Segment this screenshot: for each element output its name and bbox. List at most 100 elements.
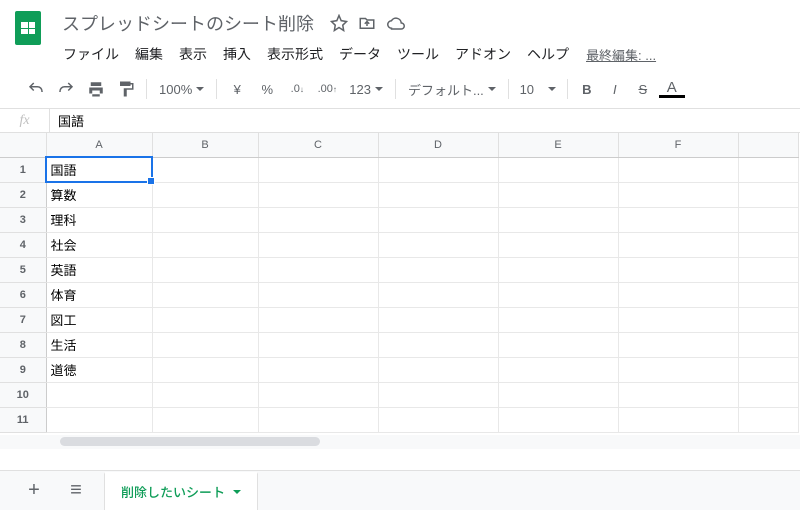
- cell-F2[interactable]: [618, 182, 738, 207]
- menu-view[interactable]: 表示: [172, 40, 214, 68]
- cell-D1[interactable]: [378, 157, 498, 182]
- cell-C2[interactable]: [258, 182, 378, 207]
- star-icon[interactable]: [330, 14, 348, 32]
- undo-icon[interactable]: [22, 76, 50, 102]
- cell-B8[interactable]: [152, 332, 258, 357]
- cloud-icon[interactable]: [386, 14, 406, 32]
- cell-A3[interactable]: 理科: [46, 207, 152, 232]
- bold-button[interactable]: B: [574, 76, 600, 102]
- cell-C11[interactable]: [258, 407, 378, 432]
- cell-E8[interactable]: [498, 332, 618, 357]
- cell-E7[interactable]: [498, 307, 618, 332]
- text-color-button[interactable]: A: [658, 76, 686, 102]
- cell-C1[interactable]: [258, 157, 378, 182]
- print-icon[interactable]: [82, 76, 110, 102]
- cell-C5[interactable]: [258, 257, 378, 282]
- row-header-11[interactable]: 11: [0, 407, 46, 432]
- row-header-5[interactable]: 5: [0, 257, 46, 282]
- cell-extra-3[interactable]: [738, 207, 798, 232]
- cell-F4[interactable]: [618, 232, 738, 257]
- cell-A8[interactable]: 生活: [46, 332, 152, 357]
- cell-D6[interactable]: [378, 282, 498, 307]
- cell-B4[interactable]: [152, 232, 258, 257]
- cell-C9[interactable]: [258, 357, 378, 382]
- cell-extra-11[interactable]: [738, 407, 798, 432]
- format-percent[interactable]: %: [253, 76, 281, 102]
- menu-data[interactable]: データ: [332, 40, 388, 68]
- cell-F1[interactable]: [618, 157, 738, 182]
- cell-B6[interactable]: [152, 282, 258, 307]
- cell-D10[interactable]: [378, 382, 498, 407]
- cell-E9[interactable]: [498, 357, 618, 382]
- last-edit-link[interactable]: 最終編集: ...: [586, 45, 656, 64]
- cell-C8[interactable]: [258, 332, 378, 357]
- sheet-tab-menu-icon[interactable]: [233, 490, 241, 494]
- column-header-A[interactable]: A: [46, 133, 152, 157]
- cell-D5[interactable]: [378, 257, 498, 282]
- menu-file[interactable]: ファイル: [56, 40, 126, 68]
- italic-button[interactable]: I: [602, 76, 628, 102]
- formula-input[interactable]: [50, 109, 800, 132]
- cell-F6[interactable]: [618, 282, 738, 307]
- cell-A4[interactable]: 社会: [46, 232, 152, 257]
- font-size-dropdown[interactable]: 10: [515, 76, 561, 102]
- cell-B7[interactable]: [152, 307, 258, 332]
- all-sheets-button[interactable]: ≡: [62, 477, 90, 505]
- cell-A10[interactable]: [46, 382, 152, 407]
- cell-C3[interactable]: [258, 207, 378, 232]
- document-title[interactable]: スプレッドシートのシート削除: [56, 8, 320, 38]
- decrease-decimal[interactable]: .0↓: [283, 76, 311, 102]
- cell-extra-9[interactable]: [738, 357, 798, 382]
- row-header-2[interactable]: 2: [0, 182, 46, 207]
- increase-decimal[interactable]: .00↑: [313, 76, 341, 102]
- add-sheet-button[interactable]: +: [20, 477, 48, 505]
- cell-E1[interactable]: [498, 157, 618, 182]
- cell-B10[interactable]: [152, 382, 258, 407]
- cell-C7[interactable]: [258, 307, 378, 332]
- format-currency[interactable]: ¥: [223, 76, 251, 102]
- column-header-F[interactable]: F: [618, 133, 738, 157]
- cell-F11[interactable]: [618, 407, 738, 432]
- menu-edit[interactable]: 編集: [128, 40, 170, 68]
- row-header-6[interactable]: 6: [0, 282, 46, 307]
- cell-C4[interactable]: [258, 232, 378, 257]
- cell-B9[interactable]: [152, 357, 258, 382]
- cell-D3[interactable]: [378, 207, 498, 232]
- cell-D8[interactable]: [378, 332, 498, 357]
- cell-D2[interactable]: [378, 182, 498, 207]
- cell-A11[interactable]: [46, 407, 152, 432]
- cell-D11[interactable]: [378, 407, 498, 432]
- cell-C10[interactable]: [258, 382, 378, 407]
- row-header-10[interactable]: 10: [0, 382, 46, 407]
- sheet-tab-active[interactable]: 削除したいシート: [104, 472, 258, 510]
- cell-F5[interactable]: [618, 257, 738, 282]
- cell-extra-10[interactable]: [738, 382, 798, 407]
- row-header-8[interactable]: 8: [0, 332, 46, 357]
- cell-A6[interactable]: 体育: [46, 282, 152, 307]
- cell-extra-5[interactable]: [738, 257, 798, 282]
- menu-insert[interactable]: 挿入: [216, 40, 258, 68]
- cell-F9[interactable]: [618, 357, 738, 382]
- number-format-dropdown[interactable]: 123: [343, 76, 389, 102]
- menu-tools[interactable]: ツール: [390, 40, 446, 68]
- cell-E5[interactable]: [498, 257, 618, 282]
- font-dropdown[interactable]: デフォルト...: [402, 76, 502, 102]
- cell-B3[interactable]: [152, 207, 258, 232]
- zoom-dropdown[interactable]: 100%: [153, 76, 210, 102]
- app-logo[interactable]: [8, 8, 48, 48]
- cell-E11[interactable]: [498, 407, 618, 432]
- row-header-1[interactable]: 1: [0, 157, 46, 182]
- spreadsheet-grid[interactable]: ABCDEF1国語2算数3理科4社会5英語6体育7図工8生活9道徳1011: [0, 133, 800, 449]
- cell-B2[interactable]: [152, 182, 258, 207]
- cell-extra-8[interactable]: [738, 332, 798, 357]
- column-header-D[interactable]: D: [378, 133, 498, 157]
- cell-E4[interactable]: [498, 232, 618, 257]
- cell-F3[interactable]: [618, 207, 738, 232]
- paint-format-icon[interactable]: [112, 76, 140, 102]
- column-header-C[interactable]: C: [258, 133, 378, 157]
- cell-extra-7[interactable]: [738, 307, 798, 332]
- cell-A2[interactable]: 算数: [46, 182, 152, 207]
- column-header-B[interactable]: B: [152, 133, 258, 157]
- cell-extra-4[interactable]: [738, 232, 798, 257]
- cell-B11[interactable]: [152, 407, 258, 432]
